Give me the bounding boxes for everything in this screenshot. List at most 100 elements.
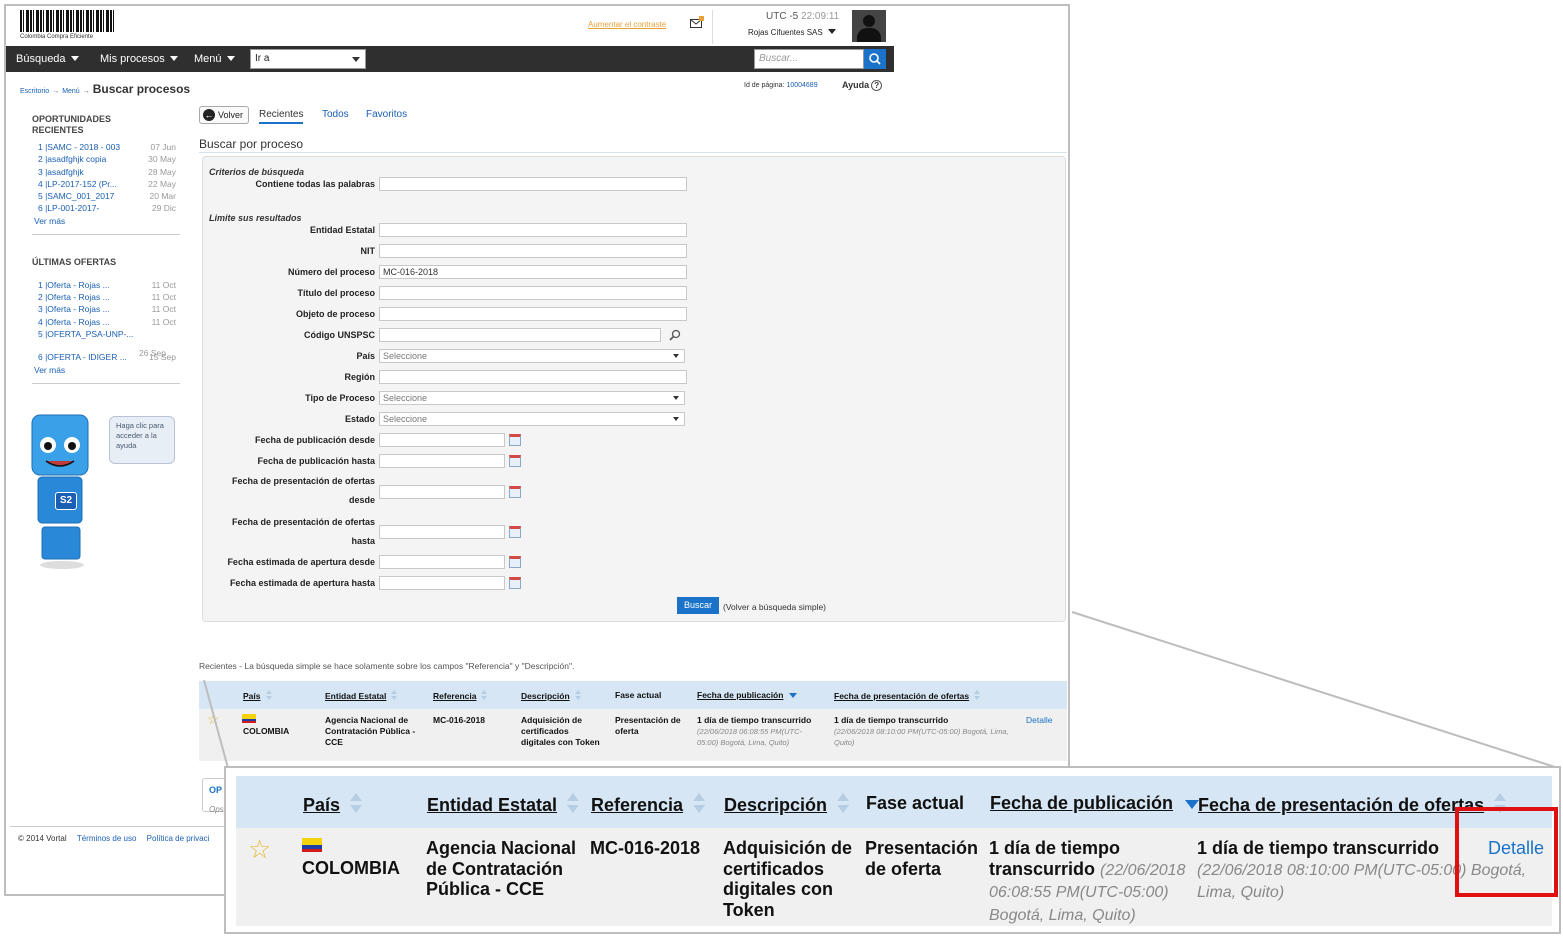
pub-desde-input[interactable] (379, 433, 505, 447)
zoom-pub-line-4: Bogotá, Lima, Quito) (989, 906, 1136, 924)
opportunity-item[interactable]: 6 |LP-001-2017- 29 Dic (22, 203, 180, 215)
politica-link[interactable]: Política de privaci (147, 834, 210, 843)
opportunity-item[interactable]: 4 |LP-2017-152 (Pr... 22 May (22, 179, 180, 191)
field-label: País (356, 351, 375, 361)
calendar-icon[interactable] (509, 577, 521, 589)
pais-select[interactable]: Seleccione (379, 349, 685, 363)
sort-desc-icon (789, 693, 798, 698)
col-fecha-pub[interactable]: Fecha de publicación (697, 690, 798, 700)
col-fecha-pres[interactable]: Fecha de presentación de ofertas (834, 690, 981, 701)
field-label: Fecha estimada de apertura desde (227, 557, 375, 567)
nav-menu[interactable]: Menú (194, 53, 235, 65)
contrast-link[interactable]: Aumentar el contraste (588, 20, 666, 29)
back-button[interactable]: ← Volver (199, 106, 249, 124)
unspsc-input[interactable] (379, 328, 661, 342)
zoom-col-entidad[interactable]: Entidad Estatal (427, 793, 580, 816)
offer-item-label: 3 |Oferta - Rojas ... (38, 304, 110, 315)
zoom-col-pais[interactable]: País (303, 793, 363, 816)
chevron-down-icon (673, 396, 679, 400)
offer-item[interactable]: 1 |Oferta - Rojas ... 11 Oct (22, 280, 180, 292)
opportunity-item[interactable]: 3 |asadfghjk 28 May (22, 167, 180, 179)
pres-hasta-input[interactable] (379, 525, 505, 539)
cell-descripcion: Adquisición de certificados digitales co… (521, 715, 600, 747)
titulo-input[interactable] (379, 286, 687, 300)
col-descripcion[interactable]: Descripción (521, 690, 582, 701)
pres-desde-input[interactable] (379, 485, 505, 499)
page-id-value[interactable]: 10004689 (786, 82, 817, 89)
calendar-icon[interactable] (509, 486, 521, 498)
col-pais[interactable]: País (243, 690, 273, 701)
search-input[interactable]: Buscar... (754, 49, 864, 69)
ir-a-select[interactable]: Ir a (250, 49, 366, 69)
detalle-link[interactable]: Detalle (1026, 715, 1052, 726)
breadcrumb-escritorio[interactable]: Escritorio (20, 88, 49, 95)
user-avatar[interactable] (852, 10, 886, 42)
apert-desde-input[interactable] (379, 555, 505, 569)
zoom-col-pais-label: País (303, 795, 341, 815)
zoom-pub-line-2b: (22/06/2018 (1100, 861, 1186, 879)
nav-busqueda[interactable]: Búsqueda (16, 53, 79, 65)
col-fase: Fase actual (615, 690, 662, 700)
help-link[interactable]: Ayuda? (842, 80, 883, 91)
opportunity-item[interactable]: 2 |asadfghjk copia 30 May (22, 154, 180, 166)
zoom-col-fecha-pub[interactable]: Fecha de publicación (990, 793, 1200, 814)
tipo-select-value: Seleccione (383, 393, 428, 403)
favorite-star-icon[interactable]: ☆ (207, 711, 220, 728)
offer-item[interactable]: 4 |Oferta - Rojas ... 11 Oct (22, 317, 180, 329)
opportunity-item[interactable]: 1 |SAMC - 2018 - 003 07 Jun (22, 142, 180, 154)
calendar-icon[interactable] (509, 556, 521, 568)
zoom-header-row: País Entidad Estatal Referencia Descripc… (236, 776, 1552, 828)
colombia-flag-icon (302, 838, 322, 852)
offer-item-date: 11 Oct (151, 316, 176, 327)
field-label: Estado (344, 414, 375, 424)
numero-proceso-input[interactable]: MC-016-2018 (379, 265, 687, 279)
offer-item[interactable]: 2 |Oferta - Rojas ... 11 Oct (22, 292, 180, 304)
section-title: Buscar por proceso (199, 137, 304, 151)
entidad-input[interactable] (379, 223, 687, 237)
field-label: Contiene todas las palabras (255, 179, 375, 189)
contiene-input[interactable] (379, 177, 687, 191)
favorite-star-icon[interactable]: ☆ (248, 834, 271, 865)
offers-ver-mas[interactable]: Ver más (22, 365, 180, 375)
help-bubble[interactable]: Haga clic para acceder a la ayuda (109, 416, 175, 464)
search-icon[interactable] (669, 329, 681, 341)
region-input[interactable] (379, 370, 687, 384)
pub-hasta-input[interactable] (379, 454, 505, 468)
nav-mis-procesos[interactable]: Mis procesos (100, 53, 178, 65)
zoom-pres-line-1: 1 día de tiempo transcurrido (1197, 838, 1440, 858)
barcode-logo-icon (20, 10, 115, 32)
opportunity-item[interactable]: 5 |SAMC_001_2017 20 Mar (22, 191, 180, 203)
colombia-compra-logo[interactable]: Colombia Compra Eficiente (20, 10, 115, 42)
calendar-icon[interactable] (509, 526, 521, 538)
search-button[interactable] (864, 49, 886, 69)
col-fecha-pres-label: Fecha de presentación de ofertas (834, 691, 970, 701)
zoom-col-referencia-label: Referencia (591, 795, 684, 815)
col-entidad[interactable]: Entidad Estatal (325, 690, 398, 701)
tab-recientes[interactable]: Recientes (259, 109, 304, 124)
calendar-icon[interactable] (509, 434, 521, 446)
offer-item[interactable]: 3 |Oferta - Rojas ... 11 Oct (22, 304, 180, 316)
field-label: Código UNSPSC (304, 330, 375, 340)
help-robot-icon[interactable] (24, 411, 94, 571)
objeto-input[interactable] (379, 307, 687, 321)
tab-favoritos[interactable]: Favoritos (366, 109, 407, 120)
zoom-col-referencia[interactable]: Referencia (591, 793, 706, 816)
mail-notification-icon[interactable] (690, 16, 704, 28)
terminos-link[interactable]: Términos de uso (77, 834, 137, 843)
tipo-proceso-select[interactable]: Seleccione (379, 391, 685, 405)
field-label: Fecha de publicación hasta (257, 456, 375, 466)
opportunities-ver-mas[interactable]: Ver más (22, 216, 180, 226)
tab-todos[interactable]: Todos (322, 109, 349, 120)
breadcrumb-menu[interactable]: Menú (62, 88, 80, 95)
company-selector[interactable]: Rojas Cifuentes SAS (748, 28, 836, 37)
offer-item[interactable]: 5 |OFERTA_PSA-UNP-... (22, 329, 180, 341)
buscar-button[interactable]: Buscar (677, 597, 719, 614)
calendar-icon[interactable] (509, 455, 521, 467)
nit-input[interactable] (379, 244, 687, 258)
col-referencia[interactable]: Referencia (433, 690, 488, 701)
volver-busqueda-simple-link[interactable]: (Volver a búsqueda simple) (723, 602, 826, 612)
apert-hasta-input[interactable] (379, 576, 505, 590)
zoom-desc-line-4: Token (723, 899, 775, 920)
zoom-col-descripcion[interactable]: Descripción (724, 793, 850, 816)
estado-select[interactable]: Seleccione (379, 412, 685, 426)
